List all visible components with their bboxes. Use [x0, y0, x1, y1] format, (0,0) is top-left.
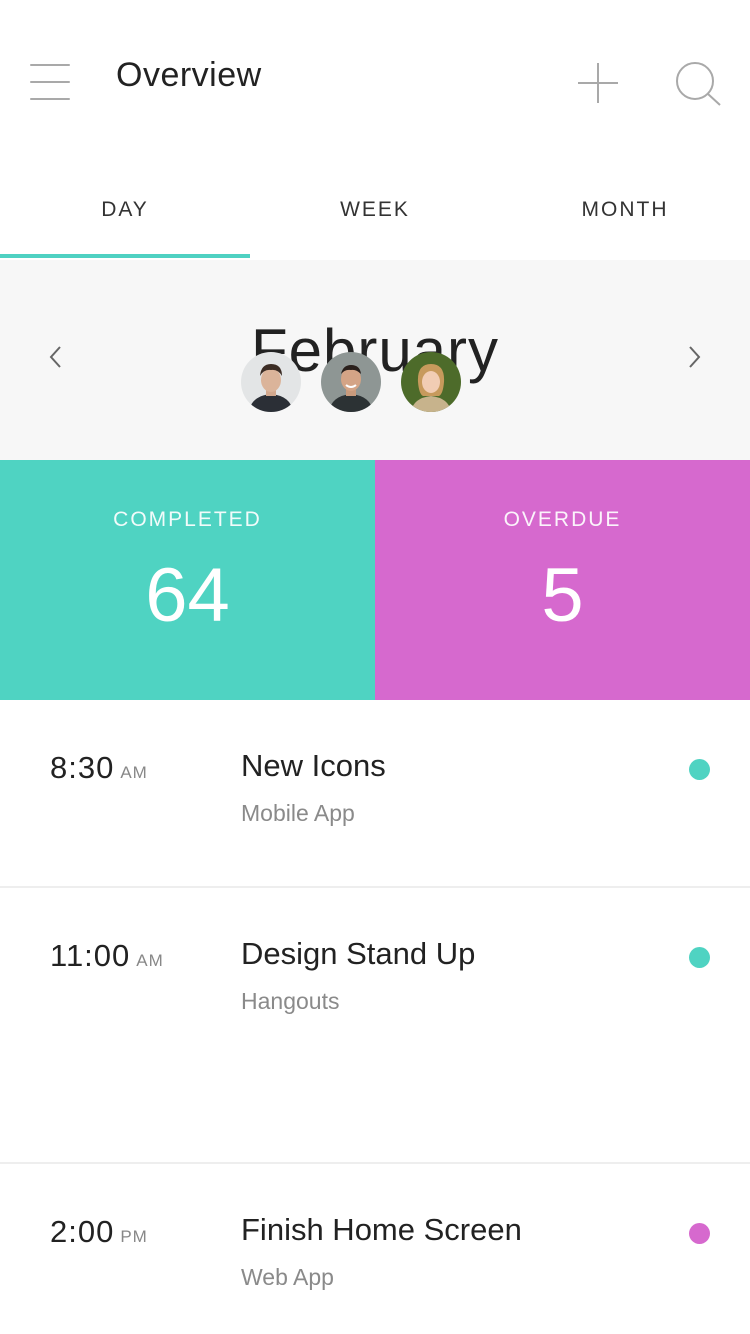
event-title: Design Stand Up — [241, 936, 476, 971]
plus-icon[interactable] — [576, 61, 620, 105]
menu-line — [30, 64, 70, 66]
event-meridiem: PM — [120, 1227, 148, 1246]
page-title: Overview — [116, 56, 262, 94]
tab-month[interactable]: MONTH — [500, 160, 750, 260]
event-item[interactable]: 2:00 PM Finish Home Screen Web App — [0, 1164, 750, 1334]
event-item[interactable]: 8:30 AM New Icons Mobile App — [0, 700, 750, 888]
tab-label: DAY — [101, 198, 149, 221]
event-status-dot — [689, 759, 710, 780]
tab-label: WEEK — [340, 198, 410, 221]
event-title: Finish Home Screen — [241, 1212, 522, 1247]
tab-day[interactable]: DAY — [0, 160, 250, 260]
attendee-avatar-2[interactable] — [321, 352, 381, 412]
app-header: Overview — [0, 0, 750, 160]
attendee-avatar-3[interactable] — [401, 352, 461, 412]
period-tabs: DAY WEEK MONTH — [0, 160, 750, 260]
event-subtitle: Web App — [241, 1264, 334, 1290]
completed-label: COMPLETED — [113, 508, 262, 531]
active-tab-indicator — [0, 254, 250, 258]
event-list: 8:30 AM New Icons Mobile App 11:00 AM Desi… — [0, 700, 750, 1334]
event-time-value: 11:00 — [50, 938, 131, 973]
attendee-avatar-1[interactable] — [241, 352, 301, 412]
completed-stat[interactable]: COMPLETED 64 — [0, 460, 375, 700]
event-meridiem: AM — [120, 763, 148, 782]
event-title: New Icons — [241, 748, 386, 783]
event-time: 2:00 PM — [50, 1214, 148, 1250]
event-time: 8:30 AM — [50, 750, 148, 786]
event-meridiem: AM — [136, 951, 164, 970]
event-subtitle: Mobile App — [241, 800, 355, 826]
tab-week[interactable]: WEEK — [250, 160, 500, 260]
event-time: 11:00 AM — [50, 938, 164, 974]
event-time-value: 2:00 — [50, 1214, 115, 1249]
event-time-value: 8:30 — [50, 750, 115, 785]
overdue-label: OVERDUE — [503, 508, 622, 531]
tab-label: MONTH — [581, 198, 669, 221]
menu-line — [30, 98, 70, 100]
overdue-count: 5 — [541, 553, 584, 638]
hamburger-menu-icon[interactable] — [30, 64, 70, 100]
completed-count: 64 — [145, 553, 230, 638]
event-item[interactable]: 11:00 AM Design Stand Up Hangouts — [0, 888, 750, 1164]
stats-panel: COMPLETED 64 OVERDUE 5 — [0, 460, 750, 700]
event-status-dot — [689, 1223, 710, 1244]
event-status-dot — [689, 947, 710, 968]
attendee-list — [241, 352, 481, 412]
search-icon[interactable] — [674, 60, 724, 108]
event-subtitle: Hangouts — [241, 988, 340, 1014]
menu-line — [30, 81, 70, 83]
chevron-right-icon[interactable] — [682, 342, 706, 372]
overdue-stat[interactable]: OVERDUE 5 — [375, 460, 750, 700]
